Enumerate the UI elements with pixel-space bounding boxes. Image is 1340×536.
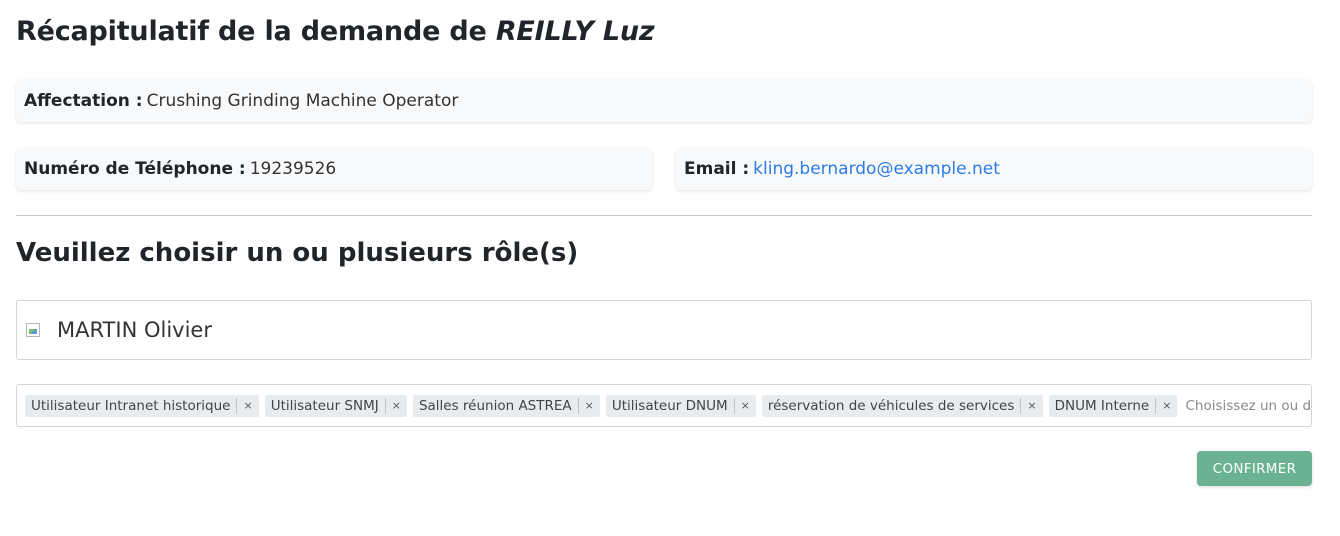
close-icon[interactable]: × bbox=[236, 397, 258, 414]
page-title-prefix: Récapitulatif de la demande de bbox=[16, 16, 487, 47]
phone-label: Numéro de Téléphone : bbox=[24, 159, 246, 179]
phone-card: Numéro de Téléphone : 19239526 bbox=[16, 148, 652, 190]
close-icon[interactable]: × bbox=[733, 397, 756, 414]
phone-value: 19239526 bbox=[249, 159, 337, 179]
user-select[interactable]: MARTIN Olivier bbox=[16, 300, 1312, 360]
email-card: Email : kling.bernardo@example.net bbox=[676, 148, 1312, 190]
role-tag-label: DNUM Interne bbox=[1054, 397, 1150, 414]
role-tag: Utilisateur Intranet historique × bbox=[25, 394, 259, 417]
affectation-value: Crushing Grinding Machine Operator bbox=[146, 91, 459, 111]
requester-name: REILLY Luz bbox=[495, 16, 655, 47]
close-icon[interactable]: × bbox=[384, 397, 407, 414]
roles-search-input[interactable] bbox=[1183, 397, 1311, 414]
section-divider bbox=[16, 215, 1312, 216]
role-tag-label: réservation de véhicules de services bbox=[767, 397, 1015, 414]
role-tag: réservation de véhicules de services × bbox=[761, 394, 1043, 417]
confirm-button[interactable]: CONFIRMER bbox=[1197, 451, 1312, 486]
affectation-card: Affectation : Crushing Grinding Machine … bbox=[16, 80, 1312, 122]
close-icon[interactable]: × bbox=[577, 397, 600, 414]
selected-user-name: MARTIN Olivier bbox=[57, 318, 212, 342]
role-tag-label: Utilisateur SNMJ bbox=[270, 397, 379, 414]
role-tag: Utilisateur DNUM × bbox=[605, 394, 756, 417]
close-icon[interactable]: × bbox=[1020, 397, 1042, 414]
email-link[interactable]: kling.bernardo@example.net bbox=[753, 159, 1000, 179]
roles-multiselect[interactable]: Utilisateur Intranet historique × Utilis… bbox=[16, 384, 1312, 427]
role-tag-label: Salles réunion ASTREA bbox=[418, 397, 572, 414]
role-tag: DNUM Interne × bbox=[1048, 394, 1178, 417]
role-tag: Salles réunion ASTREA × bbox=[412, 394, 600, 417]
role-tag: Utilisateur SNMJ × bbox=[264, 394, 407, 417]
role-tag-label: Utilisateur Intranet historique bbox=[31, 397, 231, 414]
broken-image-icon bbox=[26, 323, 40, 337]
page-title: Récapitulatif de la demande de REILLY Lu… bbox=[16, 16, 655, 47]
email-label: Email : bbox=[684, 159, 750, 179]
close-icon[interactable]: × bbox=[1155, 397, 1177, 414]
roles-section-title: Veuillez choisir un ou plusieurs rôle(s) bbox=[16, 238, 579, 268]
affectation-label: Affectation : bbox=[24, 91, 143, 111]
request-summary-page: Récapitulatif de la demande de REILLY Lu… bbox=[0, 0, 1340, 536]
role-tag-label: Utilisateur DNUM bbox=[611, 397, 728, 414]
